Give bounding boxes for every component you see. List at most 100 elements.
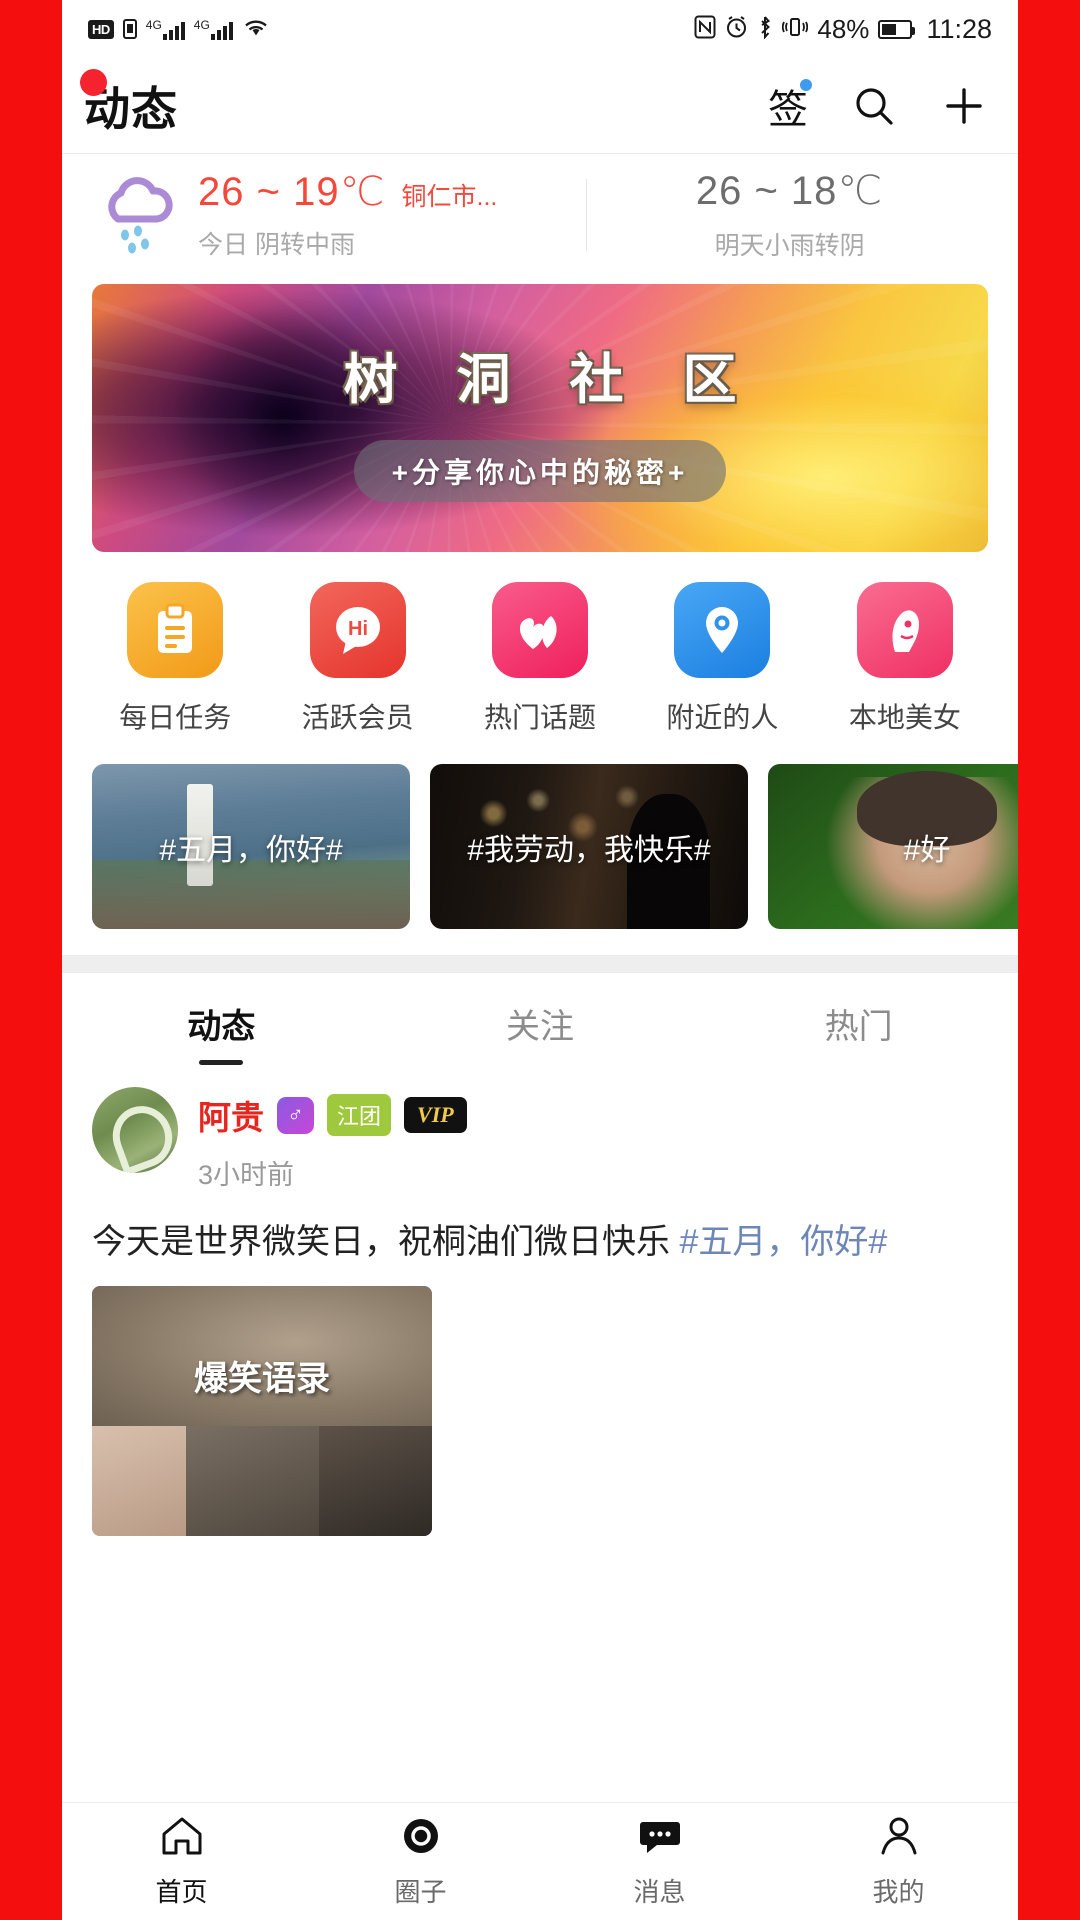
hearts-icon xyxy=(492,582,589,678)
tab-dongtai[interactable]: 动态 xyxy=(62,999,381,1065)
svg-text:Hi: Hi xyxy=(348,618,368,640)
nav-profile[interactable]: 我的 xyxy=(779,1814,1018,1909)
post-media-caption: 爆笑语录 xyxy=(194,1360,330,1399)
tab-label: 热门 xyxy=(824,1008,893,1046)
signal-1: 4G xyxy=(146,18,185,40)
status-bar: HD 4G 4G 48% 11:28 xyxy=(62,0,1018,58)
topic-label: #五月，你好# xyxy=(159,833,343,867)
lady-icon xyxy=(856,582,953,678)
nav-circle[interactable]: 圈子 xyxy=(301,1814,540,1909)
nav-label: 首页 xyxy=(155,1877,208,1907)
quick-action-daily-task[interactable]: 每日任务 xyxy=(84,582,266,736)
weather-tomorrow[interactable]: 26 ~ 18℃ 明天小雨转阴 xyxy=(591,168,988,262)
quick-actions: 每日任务 Hi 活跃会员 热门话题 附近的人 本地美女 xyxy=(62,552,1018,752)
banner-subtitle: +分享你心中的秘密+ xyxy=(353,439,727,502)
wifi-icon xyxy=(242,16,270,42)
hd-icon: HD xyxy=(88,19,114,39)
quick-action-label: 热门话题 xyxy=(484,702,597,733)
message-icon xyxy=(637,1814,683,1863)
vibrate-icon xyxy=(782,15,809,43)
group-badge: 江团 xyxy=(327,1094,392,1136)
title-badge-dot xyxy=(80,68,107,96)
tab-guanzhu[interactable]: 关注 xyxy=(381,999,700,1065)
quick-action-label: 每日任务 xyxy=(119,702,232,733)
quick-action-label: 活跃会员 xyxy=(301,702,414,733)
weather-today-temp: 26 ~ 19℃ xyxy=(198,170,386,214)
post-body: 今天是世界微笑日，祝桐油们微日快乐 xyxy=(92,1223,680,1261)
nav-label: 我的 xyxy=(872,1877,925,1907)
quick-action-nearby[interactable]: 附近的人 xyxy=(631,582,813,736)
post-media-bottom xyxy=(92,1426,432,1537)
rain-cloud-icon xyxy=(92,173,184,257)
banner-wrapper: 树 洞 社 区 +分享你心中的秘密+ xyxy=(62,276,1018,552)
bluetooth-icon xyxy=(757,15,773,43)
nav-label: 圈子 xyxy=(394,1877,447,1907)
sign-in-button[interactable]: 签 xyxy=(768,77,812,135)
quick-action-local-beauty[interactable]: 本地美女 xyxy=(814,582,996,736)
topic-label: #好 xyxy=(903,833,951,867)
tab-label: 关注 xyxy=(506,1008,574,1046)
signal-2: 4G xyxy=(194,18,233,40)
quick-action-active-member[interactable]: Hi 活跃会员 xyxy=(266,582,448,736)
search-icon[interactable] xyxy=(850,82,898,130)
weather-today-texts: 26 ~ 19℃ 铜仁市... 今日 阴转中雨 xyxy=(198,169,497,261)
topic-carousel[interactable]: #五月，你好# #我劳动，我快乐# #好 xyxy=(62,752,1018,955)
promo-banner[interactable]: 树 洞 社 区 +分享你心中的秘密+ xyxy=(92,284,988,552)
bottom-navigation: 首页 圈子 消息 我的 xyxy=(62,1802,1018,1920)
sim-icon xyxy=(122,19,137,39)
header-actions: 签 xyxy=(768,77,988,135)
feed-post[interactable]: 阿贵 ♂ 江团 VIP 3小时前 今天是世界微笑日，祝桐油们微日快乐 #五月，你… xyxy=(62,1065,1018,1537)
battery-percent: 48% xyxy=(817,13,870,44)
nfc-icon xyxy=(694,15,716,43)
weather-tomorrow-desc: 明天小雨转阴 xyxy=(714,232,865,260)
location-pin-icon xyxy=(674,582,771,678)
sign-in-label: 签 xyxy=(768,87,808,132)
page-title: 动态 xyxy=(80,68,178,139)
alarm-icon xyxy=(725,15,748,43)
network-type-1: 4G xyxy=(145,18,162,32)
weather-city: 铜仁市... xyxy=(401,183,498,211)
quick-action-label: 附近的人 xyxy=(666,702,779,733)
circle-icon xyxy=(398,1814,444,1863)
battery-icon xyxy=(878,19,916,39)
nav-message[interactable]: 消息 xyxy=(540,1814,779,1909)
quick-action-label: 本地美女 xyxy=(848,702,961,733)
plus-icon[interactable] xyxy=(940,82,988,130)
avatar[interactable] xyxy=(92,1087,178,1173)
weather-today-desc: 今日 阴转中雨 xyxy=(198,231,355,259)
weather-today[interactable]: 26 ~ 19℃ 铜仁市... 今日 阴转中雨 xyxy=(92,169,582,261)
nav-home[interactable]: 首页 xyxy=(62,1814,301,1909)
post-media[interactable]: 爆笑语录 xyxy=(92,1286,432,1537)
section-divider xyxy=(62,955,1018,973)
status-bar-right: 48% 11:28 xyxy=(694,14,992,45)
weather-tomorrow-temp: 26 ~ 18℃ xyxy=(695,169,884,213)
status-bar-left: HD 4G 4G xyxy=(88,16,270,42)
clipboard-icon xyxy=(127,582,224,678)
quick-action-hot-topic[interactable]: 热门话题 xyxy=(449,582,631,736)
banner-title: 树 洞 社 区 xyxy=(343,349,759,410)
weather-widget[interactable]: 26 ~ 19℃ 铜仁市... 今日 阴转中雨 26 ~ 18℃ 明天小雨转阴 xyxy=(62,154,1018,276)
nav-label: 消息 xyxy=(633,1877,686,1907)
app-header: 动态 签 xyxy=(62,58,1018,154)
post-text: 今天是世界微笑日，祝桐油们微日快乐 #五月，你好# xyxy=(92,1192,988,1272)
post-author-name[interactable]: 阿贵 xyxy=(198,1091,264,1139)
topic-card[interactable]: #五月，你好# xyxy=(92,764,410,929)
signal-bars-2 xyxy=(210,18,233,40)
tab-label: 动态 xyxy=(187,1008,256,1046)
topic-card[interactable]: #好 xyxy=(768,764,1018,929)
post-timestamp: 3小时前 xyxy=(198,1160,295,1190)
home-icon xyxy=(159,1814,205,1863)
tab-remen[interactable]: 热门 xyxy=(699,999,1018,1065)
hi-bubble-icon: Hi xyxy=(309,582,406,678)
vip-badge: VIP xyxy=(404,1097,467,1133)
post-header: 阿贵 ♂ 江团 VIP 3小时前 xyxy=(92,1087,988,1192)
phone-screen: HD 4G 4G 48% 11:28 动态 签 26 ~ 19℃ 铜仁市... … xyxy=(62,0,1018,1920)
topic-card[interactable]: #我劳动，我快乐# xyxy=(430,764,748,929)
person-icon xyxy=(876,1814,922,1863)
sign-in-badge-dot xyxy=(800,78,812,91)
feed-tabs: 动态 关注 热门 xyxy=(62,973,1018,1065)
signal-bars-1 xyxy=(162,18,185,40)
post-hashtag[interactable]: #五月，你好# xyxy=(679,1223,887,1261)
network-type-2: 4G xyxy=(193,18,210,32)
post-meta: 阿贵 ♂ 江团 VIP 3小时前 xyxy=(198,1087,467,1192)
